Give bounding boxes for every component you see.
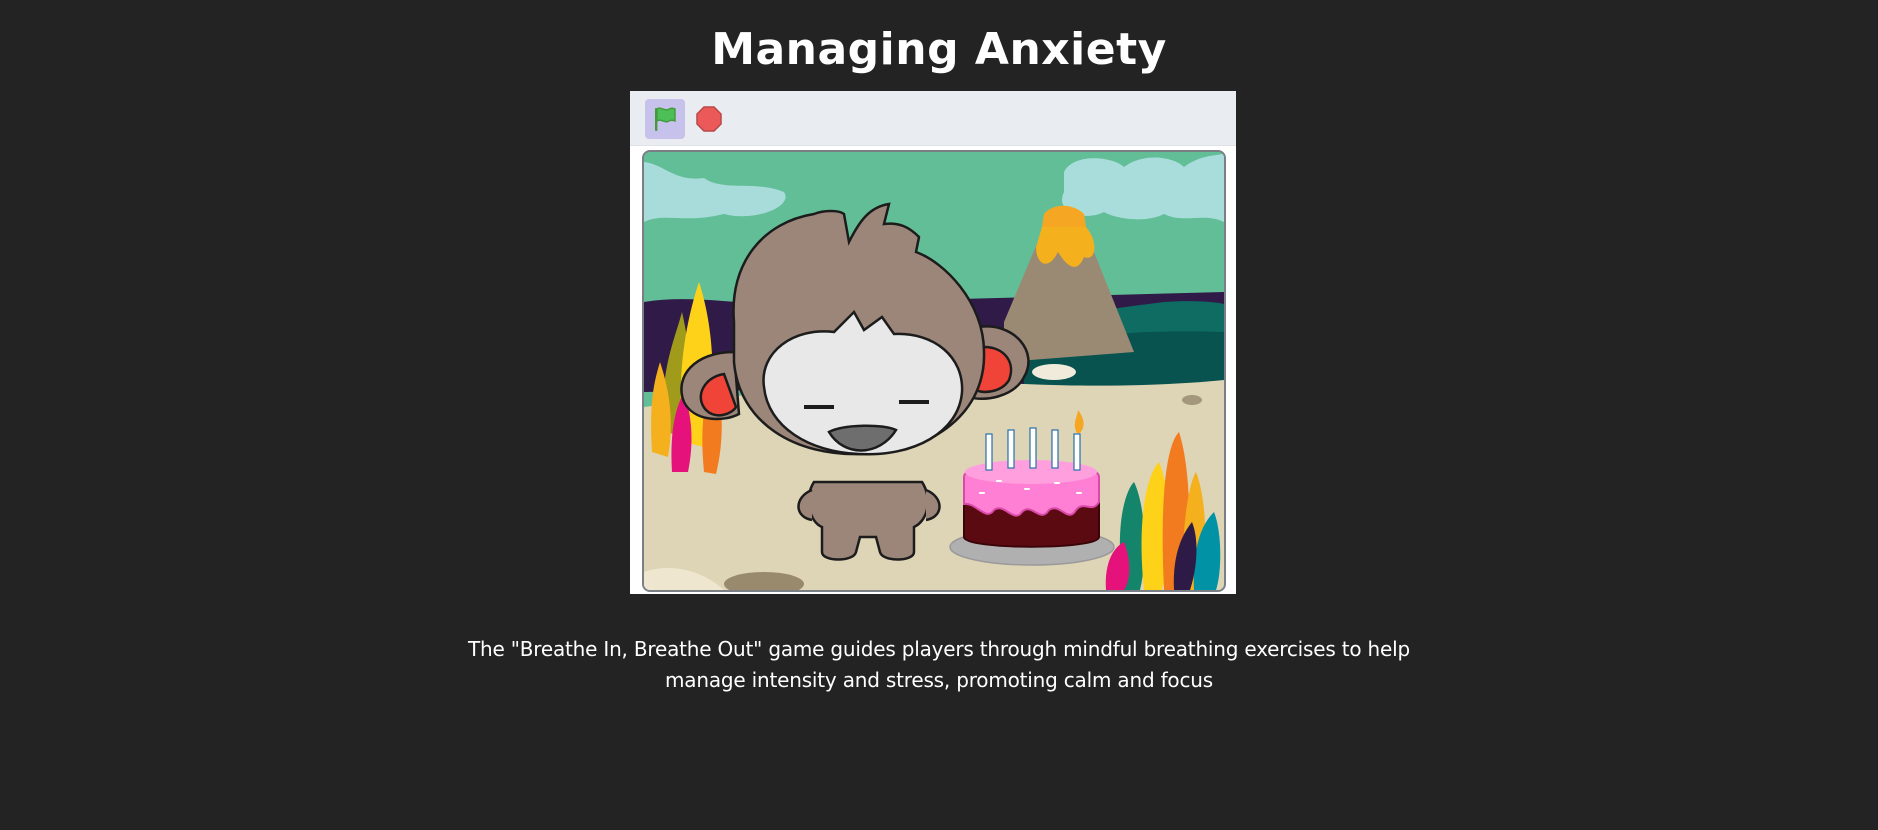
page-title: Managing Anxiety xyxy=(711,24,1167,75)
stage-scene xyxy=(644,152,1224,590)
green-flag-icon xyxy=(655,107,676,131)
stop-sign-icon xyxy=(696,106,722,132)
green-flag-button[interactable] xyxy=(645,99,685,139)
player-controls-bar xyxy=(630,91,1236,146)
game-player xyxy=(630,91,1236,594)
pebble xyxy=(1182,395,1202,405)
stop-button[interactable] xyxy=(691,101,727,137)
game-stage[interactable] xyxy=(642,150,1226,592)
rock xyxy=(1032,364,1076,380)
cloud-right xyxy=(1062,152,1224,222)
game-description: The "Breathe In, Breathe Out" game guide… xyxy=(467,637,1410,692)
